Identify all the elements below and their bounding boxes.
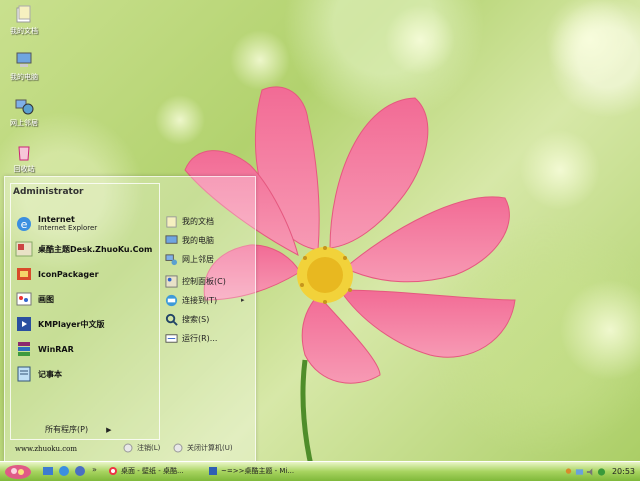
taskbar: » 桌面 - 壁纸 - 桌酷... ~=>>桌酷主题 - Mi... 20:53: [0, 461, 640, 481]
start-right-search[interactable]: 搜索(S): [165, 311, 209, 327]
arrow-right-icon: ▶: [106, 425, 112, 434]
start-item-iconpackager[interactable]: IconPackager: [15, 263, 99, 285]
clock[interactable]: 20:53: [612, 467, 635, 476]
my-documents-icon: [16, 5, 31, 23]
word-doc-icon: [209, 467, 217, 475]
start-item-title: KMPlayer中文版: [38, 319, 105, 329]
quicklaunch-expand-icon[interactable]: »: [92, 465, 104, 477]
start-item-subtitle: Internet Explorer: [38, 224, 98, 232]
start-item-title: WinRAR: [38, 344, 74, 354]
desktop-icon-label: 我的电脑: [10, 73, 38, 81]
logoff-label: 注销(L): [137, 444, 161, 452]
start-item-title: 桌酷主题Desk.ZhuoKu.Com: [38, 244, 153, 254]
network-places-icon: [15, 99, 34, 115]
start-item-title: Internet: [38, 215, 75, 224]
shutdown-button[interactable]: 关闭计算机(U): [173, 443, 233, 453]
desktop-icon-recycle-bin[interactable]: 回收站: [2, 142, 46, 174]
logoff-button[interactable]: 注销(L): [123, 443, 160, 453]
start-right-my-computer[interactable]: 我的电脑: [165, 232, 214, 248]
start-item-zhuoku[interactable]: 桌酷主题Desk.ZhuoKu.Com: [15, 238, 152, 260]
power-icon: [173, 443, 183, 453]
taskbar-task-document[interactable]: ~=>>桌酷主题 - Mi...: [208, 464, 294, 478]
start-item-title: 记事本: [38, 369, 62, 379]
search-icon: [165, 313, 178, 326]
start-item-paint[interactable]: 画图: [15, 288, 54, 310]
taskbar-task-label: 桌面 - 壁纸 - 桌酷...: [121, 467, 184, 475]
winrar-icon: [18, 342, 30, 356]
desktop-icon-my-computer[interactable]: 我的电脑: [2, 50, 46, 82]
start-right-run[interactable]: 运行(R)...: [165, 330, 217, 346]
browser-icon: [109, 467, 117, 475]
taskbar-task-label: ~=>>桌酷主题 - Mi...: [221, 467, 295, 475]
iconpackager-icon: [17, 268, 31, 280]
internet-explorer-icon: e: [17, 217, 31, 231]
zhuoku-theme-icon: [15, 241, 33, 257]
start-right-control-panel[interactable]: 控制面板(C): [165, 273, 226, 289]
start-item-internet[interactable]: e Internet Internet Explorer: [15, 213, 97, 235]
submenu-arrow-icon: ▸: [241, 296, 245, 304]
start-menu-website: www.zhuoku.com: [15, 445, 78, 453]
start-item-notepad[interactable]: 记事本: [15, 363, 62, 385]
start-item-kmplayer[interactable]: KMPlayer中文版: [15, 313, 105, 335]
start-item-winrar[interactable]: WinRAR: [15, 338, 74, 360]
quicklaunch-media-icon[interactable]: [74, 465, 86, 477]
tray-volume-icon[interactable]: [586, 467, 595, 477]
connect-to-icon: [165, 294, 178, 306]
start-right-network-places[interactable]: 网上邻居: [165, 251, 214, 267]
kmplayer-icon: [17, 317, 31, 331]
desktop-icon-label: 回收站: [13, 165, 35, 173]
start-right-label: 网上邻居: [182, 254, 214, 264]
system-tray: 20:53: [562, 462, 640, 481]
my-computer-icon: [165, 234, 178, 244]
desktop-icon-label: 我的文档: [10, 27, 38, 35]
start-item-title: 画图: [38, 294, 54, 304]
start-right-label: 搜索(S): [182, 314, 210, 324]
start-right-connect-to[interactable]: 连接到(T) ▸: [165, 292, 245, 308]
all-programs-label: 所有程序(P): [45, 425, 89, 434]
notepad-icon: [17, 366, 31, 382]
start-menu: Administrator e Internet Internet Explore…: [4, 176, 256, 463]
quicklaunch-ie-icon[interactable]: [58, 465, 70, 477]
all-programs-button[interactable]: 所有程序(P) ▶: [45, 424, 111, 435]
network-places-icon: [165, 253, 178, 265]
my-documents-icon: [166, 215, 177, 228]
start-right-my-documents[interactable]: 我的文档: [165, 213, 214, 229]
run-icon: [165, 333, 178, 343]
my-computer-icon: [16, 52, 32, 67]
control-panel-icon: [165, 274, 178, 288]
taskbar-task-browser[interactable]: 桌面 - 壁纸 - 桌酷...: [108, 464, 184, 478]
tray-network-icon[interactable]: [575, 467, 584, 477]
tray-app-icon[interactable]: [597, 467, 606, 477]
desktop-icon-label: 网上邻居: [10, 119, 38, 127]
start-right-label: 连接到(T): [182, 295, 218, 305]
start-button[interactable]: [3, 463, 35, 480]
shutdown-label: 关闭计算机(U): [187, 444, 233, 452]
tray-user-icon[interactable]: [564, 467, 573, 477]
desktop-icon-network-places[interactable]: 网上邻居: [2, 96, 46, 128]
start-item-title: IconPackager: [38, 269, 99, 279]
svg-text:e: e: [21, 218, 28, 231]
recycle-bin-icon: [18, 146, 30, 161]
logoff-icon: [123, 443, 133, 453]
desktop-icon-my-documents[interactable]: 我的文档: [2, 4, 46, 36]
start-right-label: 我的文档: [182, 216, 214, 226]
start-right-label: 控制面板(C): [182, 276, 226, 286]
paint-icon: [16, 292, 32, 306]
start-right-label: 我的电脑: [182, 235, 214, 245]
quicklaunch-desktop-icon[interactable]: [42, 465, 54, 477]
start-menu-username: Administrator: [13, 187, 84, 197]
start-right-label: 运行(R)...: [182, 333, 218, 343]
